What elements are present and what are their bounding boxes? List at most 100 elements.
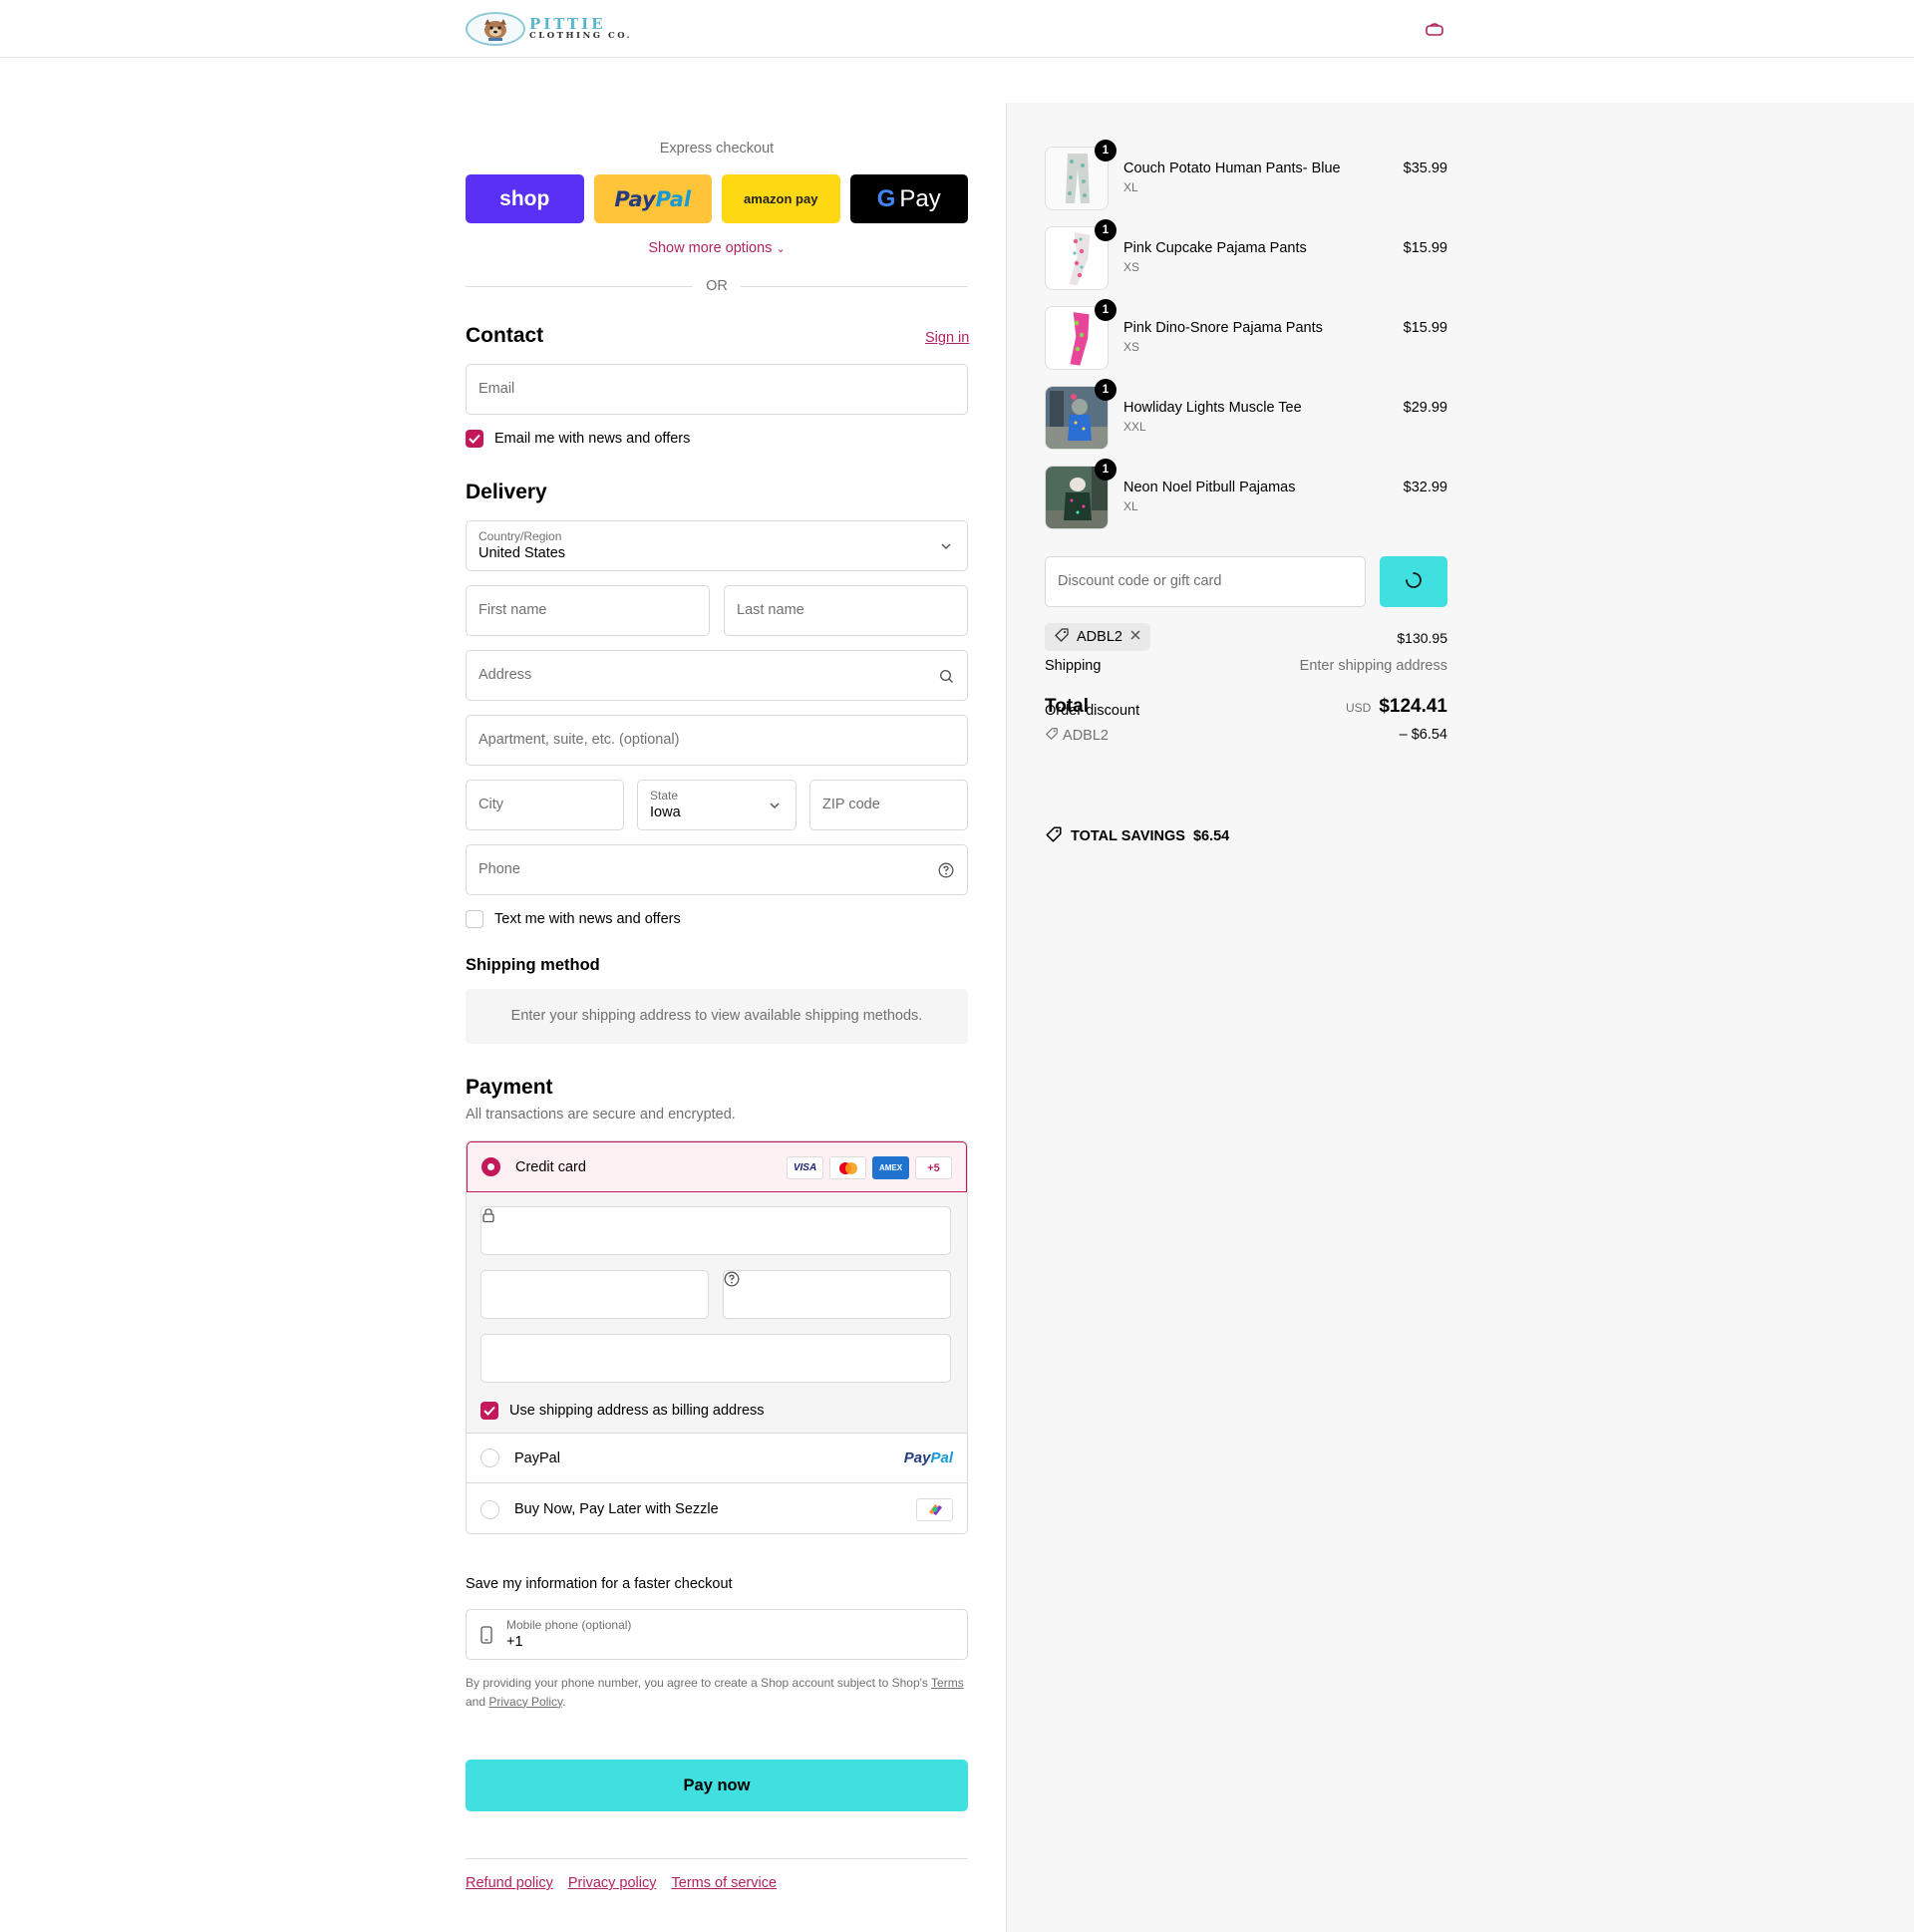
tag-icon xyxy=(1045,825,1063,847)
refund-policy-link[interactable]: Refund policy xyxy=(466,1875,553,1891)
terms-of-service-link[interactable]: Terms of service xyxy=(672,1875,778,1891)
line-item: 1 Neon Noel Pitbull Pajamas XL $32.99 xyxy=(1045,459,1447,531)
shop-legal-text: By providing your phone number, you agre… xyxy=(466,1674,968,1711)
line-item: 1 Couch Potato Human Pants- Blue XL $35.… xyxy=(1045,140,1447,212)
visa-icon: VISA xyxy=(787,1156,823,1179)
line-item: 1 Pink Cupcake Pajama Pants XS $15.99 xyxy=(1045,219,1447,292)
city-placeholder: City xyxy=(478,797,503,812)
payment-subtitle: All transactions are secure and encrypte… xyxy=(466,1107,736,1123)
or-divider: OR xyxy=(466,278,968,294)
google-g-icon: G xyxy=(876,184,896,212)
email-news-checkbox[interactable]: Email me with news and offers xyxy=(466,430,690,448)
sezzle-icon xyxy=(916,1497,953,1521)
quantity-badge: 1 xyxy=(1095,299,1116,321)
legal-prefix: By providing your phone number, you agre… xyxy=(466,1676,932,1690)
currency-label: USD xyxy=(1345,701,1372,715)
phone-field[interactable]: Phone xyxy=(466,844,968,895)
apply-discount-button[interactable] xyxy=(1380,556,1447,607)
help-icon[interactable] xyxy=(724,1271,740,1290)
shipping-row: Shipping Enter shipping address xyxy=(1045,658,1447,676)
item-name: Pink Dino-Snore Pajama Pants xyxy=(1123,320,1323,336)
item-variant: XL xyxy=(1123,499,1138,513)
mastercard-icon xyxy=(829,1156,866,1179)
dog-logo-icon xyxy=(466,12,525,46)
checkbox-empty-icon[interactable] xyxy=(466,910,483,928)
shipping-value: Enter shipping address xyxy=(1299,658,1447,674)
state-select[interactable]: State Iowa xyxy=(637,780,797,830)
google-pay-button[interactable]: G Pay xyxy=(849,174,968,223)
city-field[interactable]: City xyxy=(466,780,624,830)
zip-placeholder: ZIP code xyxy=(822,797,880,812)
expiration-field[interactable] xyxy=(480,1270,709,1319)
discount-code-label: ADBL2 xyxy=(1063,727,1109,744)
lock-icon xyxy=(481,1208,495,1226)
radio-selected-icon[interactable] xyxy=(481,1157,500,1176)
show-more-options-link[interactable]: Show more options ⌄ xyxy=(466,240,968,256)
country-select[interactable]: Country/Region United States xyxy=(466,520,968,571)
email-field[interactable]: Email xyxy=(466,364,968,415)
mobile-phone-value: +1 xyxy=(506,1634,523,1650)
country-label: Country/Region xyxy=(478,529,562,543)
apartment-field[interactable]: Apartment, suite, etc. (optional) xyxy=(466,715,968,766)
logo-line-2: CLOTHING CO. xyxy=(529,31,633,42)
or-label: OR xyxy=(706,278,728,294)
billing-same-checkbox[interactable]: Use shipping address as billing address xyxy=(480,1402,765,1420)
radio-empty-icon[interactable] xyxy=(480,1449,499,1467)
express-checkout-title: Express checkout xyxy=(659,141,775,157)
amazon-pay-label: amazon pay xyxy=(744,191,818,206)
apartment-placeholder: Apartment, suite, etc. (optional) xyxy=(478,732,680,748)
sezzle-option[interactable]: Buy Now, Pay Later with Sezzle xyxy=(467,1484,967,1533)
mobile-phone-label: Mobile phone (optional) xyxy=(506,1618,632,1632)
first-name-field[interactable]: First name xyxy=(466,585,710,636)
paypal-label: PayPal xyxy=(514,1449,560,1466)
card-number-field[interactable] xyxy=(480,1206,951,1255)
last-name-field[interactable]: Last name xyxy=(724,585,968,636)
shipping-label: Shipping xyxy=(1045,658,1102,674)
privacy-policy-link[interactable]: Privacy policy xyxy=(568,1875,657,1891)
savings-value: $6.54 xyxy=(1192,828,1230,844)
pay-now-button[interactable]: Pay now xyxy=(466,1760,968,1811)
tag-icon xyxy=(1045,728,1063,745)
footer-divider xyxy=(466,1858,968,1859)
text-news-checkbox[interactable]: Text me with news and offers xyxy=(466,910,681,928)
credit-card-option[interactable]: Credit card VISA AMEX +5 xyxy=(467,1141,967,1192)
payment-heading: Payment xyxy=(466,1076,553,1099)
item-name: Pink Cupcake Pajama Pants xyxy=(1123,240,1307,256)
item-price: $15.99 xyxy=(1403,320,1447,336)
last-name-placeholder: Last name xyxy=(737,602,804,618)
line-item: 1 Howliday Lights Muscle Tee XXL $29.99 xyxy=(1045,379,1447,452)
item-price: $32.99 xyxy=(1403,480,1447,495)
order-summary-panel xyxy=(1006,103,1914,1932)
more-cards-badge: +5 xyxy=(915,1156,952,1179)
quantity-badge: 1 xyxy=(1095,219,1116,241)
shop-terms-link[interactable]: Terms xyxy=(931,1676,964,1690)
item-price: $29.99 xyxy=(1403,400,1447,416)
radio-empty-icon[interactable] xyxy=(480,1499,499,1519)
address-field[interactable]: Address xyxy=(466,650,968,701)
first-name-placeholder: First name xyxy=(478,602,547,618)
email-placeholder: Email xyxy=(478,381,515,397)
security-code-field[interactable] xyxy=(723,1270,951,1319)
shop-pay-button[interactable]: shop xyxy=(466,174,584,223)
amazon-pay-button[interactable]: amazon pay xyxy=(722,174,840,223)
name-on-card-field[interactable] xyxy=(480,1334,951,1383)
help-icon[interactable] xyxy=(937,861,955,879)
amex-icon: AMEX xyxy=(872,1156,909,1179)
discount-code-field[interactable]: Discount code or gift card xyxy=(1045,556,1366,607)
paypal-option[interactable]: PayPal PayPal xyxy=(467,1434,967,1483)
text-news-label: Text me with news and offers xyxy=(494,911,681,927)
bag-icon[interactable] xyxy=(1424,19,1445,39)
store-logo[interactable]: PITTIE CLOTHING CO. xyxy=(466,11,632,47)
subtotal-row: $130.95 xyxy=(1045,630,1447,648)
paypal-button[interactable]: PayPal xyxy=(593,174,712,223)
shop-privacy-link[interactable]: Privacy Policy xyxy=(488,1695,562,1709)
show-more-label: Show more options xyxy=(648,240,773,256)
sign-in-link[interactable]: Sign in xyxy=(925,330,969,346)
mobile-phone-field[interactable]: Mobile phone (optional) +1 xyxy=(466,1609,968,1660)
delivery-heading: Delivery xyxy=(466,481,547,503)
checkbox-checked-icon[interactable] xyxy=(466,430,483,448)
zip-field[interactable]: ZIP code xyxy=(809,780,968,830)
checkbox-checked-icon[interactable] xyxy=(480,1402,498,1420)
quantity-badge: 1 xyxy=(1095,459,1116,481)
item-name: Couch Potato Human Pants- Blue xyxy=(1123,161,1341,176)
